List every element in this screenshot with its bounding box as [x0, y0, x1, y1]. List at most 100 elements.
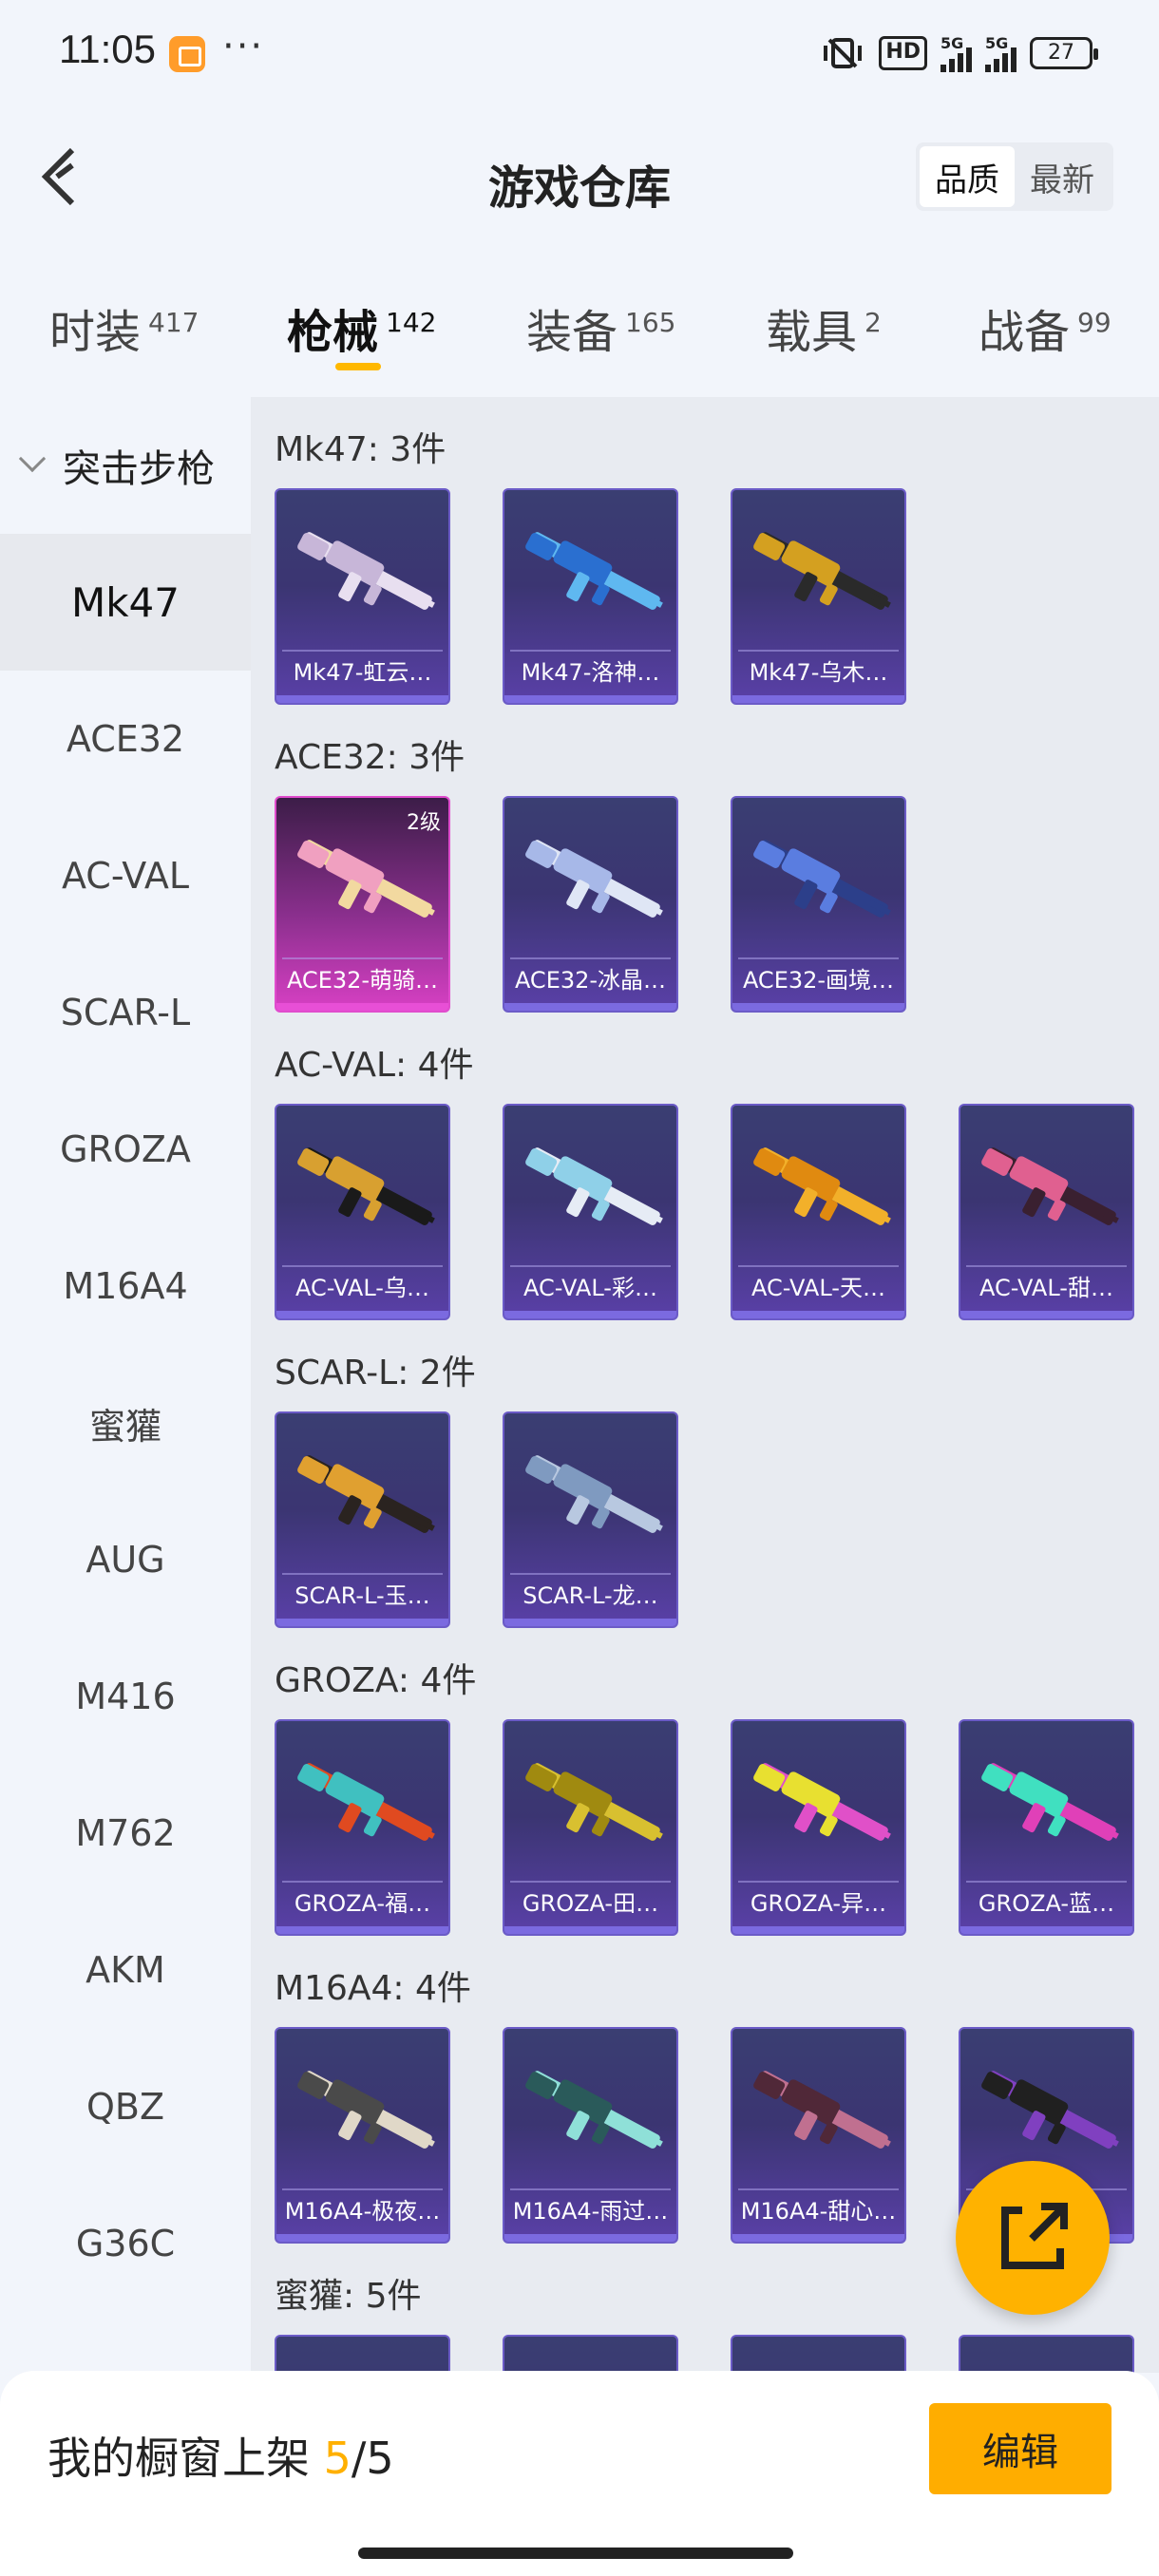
weapon-section: Mk47: 3件 Mk47-虹云… Mk47-洛神… Mk47-乌木… [251, 397, 1159, 705]
skin-card[interactable]: SCAR-L-龙… [503, 1411, 678, 1628]
weapon-content: Mk47: 3件 Mk47-虹云… Mk47-洛神… Mk47-乌木… ACE32: 3… [251, 397, 1159, 2373]
sidebar-group-assault-rifles[interactable]: 突击步枪 [0, 397, 251, 534]
skin-card[interactable]: Mk47-虹云… [275, 488, 450, 705]
tab-label: 时装 [49, 306, 142, 359]
skin-card[interactable]: M16A4-极夜… [275, 2027, 450, 2244]
weapon-skin-image [284, 1427, 444, 1569]
sidebar-item[interactable]: SCAR-L [0, 944, 251, 1081]
tab-indicator [335, 363, 381, 370]
skin-card[interactable]: ACE32-画境… [731, 796, 906, 1013]
item-grid: AC-VAL-乌… AC-VAL-彩… AC-VAL-天… AC-VAL-甜… [275, 1104, 1159, 1320]
tab-count: 2 [864, 307, 882, 338]
skin-card[interactable]: GROZA-田… [503, 1719, 678, 1936]
weapon-skin-image [284, 2042, 444, 2185]
chevron-down-icon [18, 445, 47, 473]
net-label-2: 5G [985, 34, 1009, 52]
section-title: M16A4: 4件 [275, 1969, 471, 2008]
app-notification-icon [169, 36, 205, 72]
weapon-skin-image [968, 1119, 1128, 1261]
sidebar-item[interactable]: AUG [0, 1491, 251, 1628]
skin-name: SCAR-L-龙… [510, 1573, 671, 1617]
skin-card[interactable]: Mk47-乌木… [731, 488, 906, 705]
skin-card[interactable] [503, 2335, 678, 2373]
edit-button[interactable]: 编辑 [929, 2403, 1112, 2494]
weapon-skin-image [740, 1119, 900, 1261]
sidebar-item[interactable]: G36C [0, 2175, 251, 2312]
skin-card[interactable]: M16A4-甜心… [731, 2027, 906, 2244]
skin-card[interactable] [275, 2335, 450, 2373]
skin-card[interactable]: AC-VAL-乌… [275, 1104, 450, 1320]
skin-card[interactable]: M16A4-雨过… [503, 2027, 678, 2244]
back-button[interactable] [34, 144, 101, 211]
sidebar-item[interactable]: M416 [0, 1628, 251, 1765]
skin-card[interactable]: AC-VAL-彩… [503, 1104, 678, 1320]
skin-card[interactable]: AC-VAL-天… [731, 1104, 906, 1320]
sidebar-item[interactable]: 蜜獾 [0, 1354, 251, 1491]
weapon-skin-image [740, 2042, 900, 2185]
skin-card[interactable]: SCAR-L-玉… [275, 1411, 450, 1628]
sidebar-item[interactable]: AC-VAL [0, 807, 251, 944]
showcase-count: 我的橱窗上架 5/5 [48, 2424, 394, 2487]
weapon-skin-image [740, 811, 900, 954]
tab-label: 枪械 [287, 306, 379, 359]
weapon-skin-image [512, 2350, 672, 2373]
sidebar-group-label: 突击步枪 [63, 447, 215, 491]
sidebar-item[interactable]: Mk47 [0, 534, 251, 671]
skin-card[interactable]: GROZA-异… [731, 1719, 906, 1936]
skin-name: GROZA-福… [282, 1881, 443, 1924]
weapon-skin-image [512, 1427, 672, 1569]
weapon-skin-image [284, 1119, 444, 1261]
weapon-skin-image [968, 2350, 1128, 2373]
skin-card[interactable]: AC-VAL-甜… [959, 1104, 1134, 1320]
skin-name: AC-VAL-甜… [966, 1265, 1127, 1309]
tab-combat-gear[interactable]: 战备 99 [978, 294, 1112, 361]
skin-card[interactable]: GROZA-福… [275, 1719, 450, 1936]
skin-card[interactable]: 2级 ACE32-萌骑… [275, 796, 450, 1013]
showcase-separator: / [351, 2433, 367, 2484]
tab-label: 战备 [978, 306, 1071, 359]
weapon-skin-image [968, 1734, 1128, 1877]
hd-voice-icon: HD [879, 36, 927, 70]
back-arrow-icon [41, 147, 75, 206]
skin-card[interactable] [731, 2335, 906, 2373]
skin-card[interactable] [959, 2335, 1134, 2373]
skin-card[interactable]: Mk47-洛神… [503, 488, 678, 705]
weapon-section: GROZA: 4件 GROZA-福… GROZA-田… GROZA-异… GROZA-蓝… [251, 1628, 1159, 1936]
section-title: ACE32: 3件 [275, 738, 466, 777]
tab-fashion[interactable]: 时装 417 [49, 294, 199, 361]
sidebar-item[interactable]: M762 [0, 1765, 251, 1902]
weapon-skin-image [284, 2350, 444, 2373]
weapon-skin-image [512, 1119, 672, 1261]
tab-label: 载具 [766, 306, 858, 359]
skin-name: SCAR-L-玉… [282, 1573, 443, 1617]
skin-name: AC-VAL-彩… [510, 1265, 671, 1309]
weapon-skin-image [284, 503, 444, 646]
showcase-current: 5 [323, 2433, 352, 2484]
level-badge: 2级 [407, 811, 441, 835]
share-button[interactable] [956, 2161, 1110, 2315]
weapon-skin-image [740, 503, 900, 646]
skin-card[interactable]: GROZA-蓝… [959, 1719, 1134, 1936]
sidebar-item[interactable]: ACE32 [0, 671, 251, 807]
sort-latest-button[interactable]: 最新 [1015, 146, 1110, 207]
tab-equipment[interactable]: 装备 165 [526, 294, 675, 361]
sidebar-item[interactable]: M16A4 [0, 1218, 251, 1354]
sidebar-item[interactable]: AKM [0, 1902, 251, 2038]
section-title: SCAR-L: 2件 [275, 1354, 476, 1392]
tab-count: 142 [386, 307, 437, 338]
weapon-skin-image [740, 2350, 900, 2373]
skin-name: ACE32-冰晶… [510, 957, 671, 1001]
status-bar: 11:05 ··· HD 5G 5G 27 [0, 0, 1159, 104]
tab-guns[interactable]: 枪械 142 [287, 294, 436, 361]
skin-card[interactable]: ACE32-冰晶… [503, 796, 678, 1013]
tab-vehicles[interactable]: 载具 2 [766, 294, 882, 361]
sort-quality-button[interactable]: 品质 [920, 146, 1015, 207]
showcase-bar: 我的橱窗上架 5/5 编辑 [0, 2371, 1159, 2576]
home-indicator[interactable] [358, 2548, 793, 2559]
skin-name: GROZA-田… [510, 1881, 671, 1924]
skin-name: AC-VAL-天… [738, 1265, 899, 1309]
sidebar-item[interactable]: QBZ [0, 2038, 251, 2175]
sidebar-item[interactable]: GROZA [0, 1081, 251, 1218]
section-title: Mk47: 3件 [275, 430, 446, 469]
tab-count: 99 [1077, 307, 1112, 338]
